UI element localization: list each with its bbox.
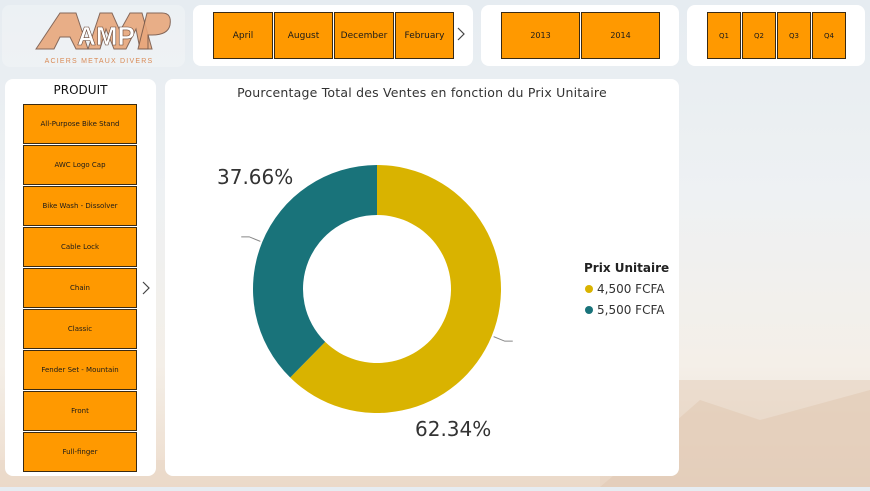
chevron-right-icon[interactable] xyxy=(457,27,465,41)
product-button-bike-wash-dissolver[interactable]: Bike Wash - Dissolver xyxy=(23,186,137,226)
year-button-2014[interactable]: 2014 xyxy=(581,12,660,59)
slice-label-4500: 62.34% xyxy=(415,417,492,441)
quarter-button-q4[interactable]: Q4 xyxy=(812,12,846,59)
donut-slice-1[interactable] xyxy=(253,165,377,378)
logo-tagline: ACIERS METAUX DIVERS xyxy=(45,58,154,65)
product-button-front[interactable]: Front xyxy=(23,391,137,431)
product-button-classic[interactable]: Classic xyxy=(23,309,137,349)
leader-line-0 xyxy=(493,336,513,342)
donut-chart-card: Pourcentage Total des Ventes en fonction… xyxy=(165,79,679,476)
legend-item-4500[interactable]: 4,500 FCFA xyxy=(585,282,664,296)
legend-dot-icon xyxy=(585,285,593,293)
logo-letters: AMP xyxy=(77,21,135,51)
legend-label: 4,500 FCFA xyxy=(597,282,665,296)
product-button-fender-set-mountain[interactable]: Fender Set - Mountain xyxy=(23,350,137,390)
product-button-full-finger[interactable]: Full-finger xyxy=(23,432,137,472)
quarter-button-q1[interactable]: Q1 xyxy=(707,12,741,59)
quarter-button-q2[interactable]: Q2 xyxy=(742,12,776,59)
leader-line-1 xyxy=(241,236,261,242)
legend-label: 5,500 FCFA xyxy=(597,303,665,317)
slice-label-5500: 37.66% xyxy=(217,165,294,189)
year-button-2013[interactable]: 2013 xyxy=(501,12,580,59)
legend-title: Prix Unitaire xyxy=(584,261,670,275)
month-button-august[interactable]: August xyxy=(274,12,333,59)
chevron-right-icon[interactable] xyxy=(142,281,150,295)
product-button-awc-logo-cap[interactable]: AWC Logo Cap xyxy=(23,145,137,185)
product-button-cable-lock[interactable]: Cable Lock xyxy=(23,227,137,267)
month-button-april[interactable]: April xyxy=(213,12,273,59)
quarter-slicer-card: Q1 Q2 Q3 Q4 xyxy=(687,5,865,66)
product-button-chain[interactable]: Chain xyxy=(23,268,137,308)
month-button-february[interactable]: February xyxy=(395,12,454,59)
amp-logo: AMP ACIERS METAUX DIVERS xyxy=(35,12,171,65)
product-slicer-card: PRODUIT All-Purpose Bike Stand AWC Logo … xyxy=(5,79,156,476)
month-button-december[interactable]: December xyxy=(334,12,394,59)
year-slicer-card: 2013 2014 xyxy=(481,5,679,66)
legend-item-5500[interactable]: 5,500 FCFA xyxy=(585,303,664,317)
legend-dot-icon xyxy=(585,306,593,314)
month-slicer-card: April August December February xyxy=(193,5,473,66)
quarter-button-q3[interactable]: Q3 xyxy=(777,12,811,59)
product-slicer-title: PRODUIT xyxy=(53,83,108,97)
product-button-all-purpose-bike-stand[interactable]: All-Purpose Bike Stand xyxy=(23,104,137,144)
logo-card: AMP ACIERS METAUX DIVERS xyxy=(2,5,185,67)
